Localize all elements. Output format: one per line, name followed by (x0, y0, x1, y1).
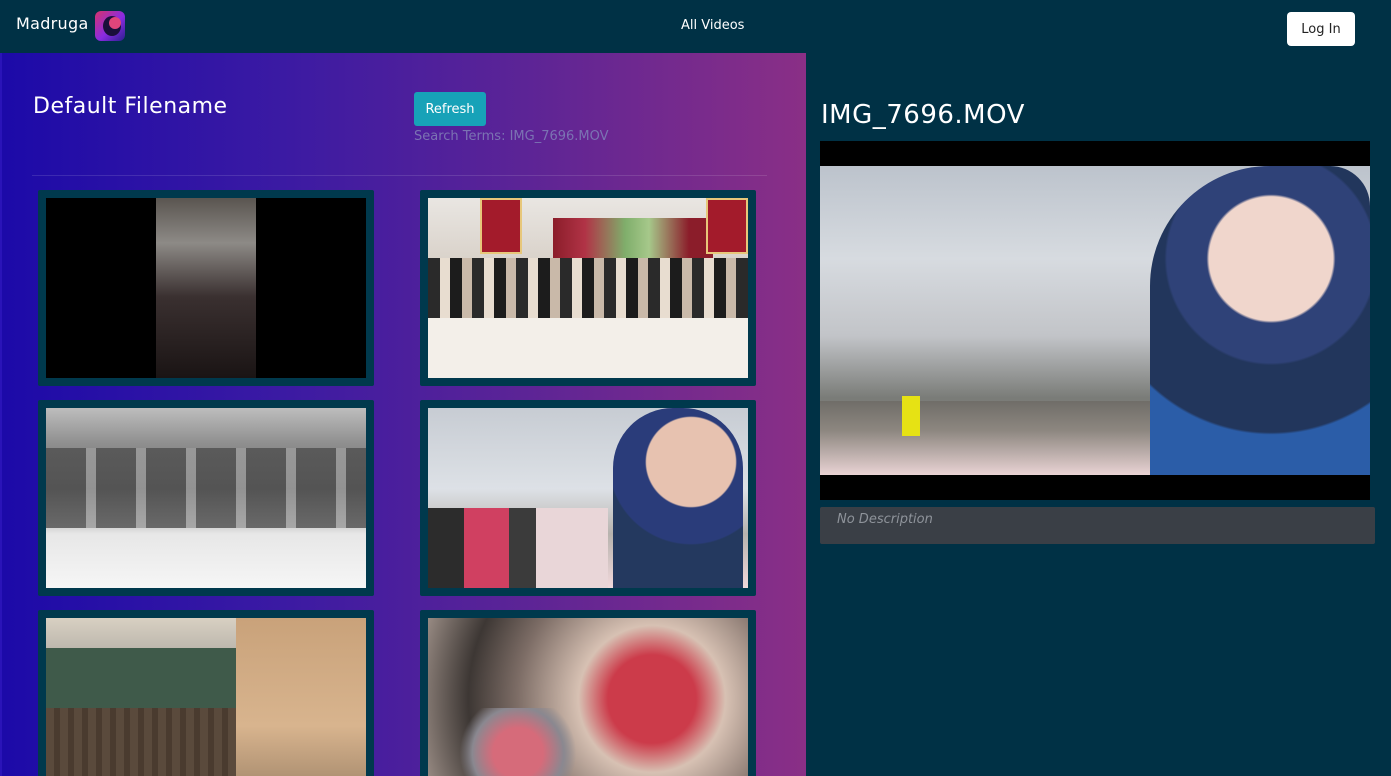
video-tile[interactable] (38, 190, 374, 386)
nav-link-all-videos[interactable]: All Videos (681, 18, 744, 33)
video-list-panel: Default Filename Refresh Search Terms: I… (0, 53, 806, 776)
video-thumbnail[interactable] (46, 408, 366, 588)
top-navbar: Madruga All Videos Log In (0, 0, 1391, 53)
refresh-button[interactable]: Refresh (414, 92, 486, 126)
list-title: Default Filename (33, 94, 228, 119)
video-thumbnail[interactable] (46, 618, 366, 776)
brand-logo-icon[interactable] (95, 11, 125, 41)
video-thumbnail[interactable] (428, 618, 748, 776)
video-tile[interactable] (420, 610, 756, 776)
video-thumbnail[interactable] (428, 198, 748, 378)
video-description-box: No Description (820, 507, 1375, 544)
video-tile[interactable] (420, 190, 756, 386)
video-tile[interactable] (420, 400, 756, 596)
brand-name[interactable]: Madruga (16, 14, 89, 33)
video-player[interactable] (820, 141, 1370, 500)
divider (32, 175, 767, 176)
search-terms-text: Search Terms: IMG_7696.MOV (414, 129, 609, 144)
video-tile[interactable] (38, 610, 374, 776)
video-thumbnail[interactable] (46, 198, 366, 378)
video-frame[interactable] (820, 166, 1370, 475)
login-button[interactable]: Log In (1287, 12, 1355, 46)
video-description: No Description (837, 512, 933, 527)
video-title: IMG_7696.MOV (821, 100, 1025, 130)
video-tile[interactable] (38, 400, 374, 596)
video-thumbnail[interactable] (428, 408, 748, 588)
